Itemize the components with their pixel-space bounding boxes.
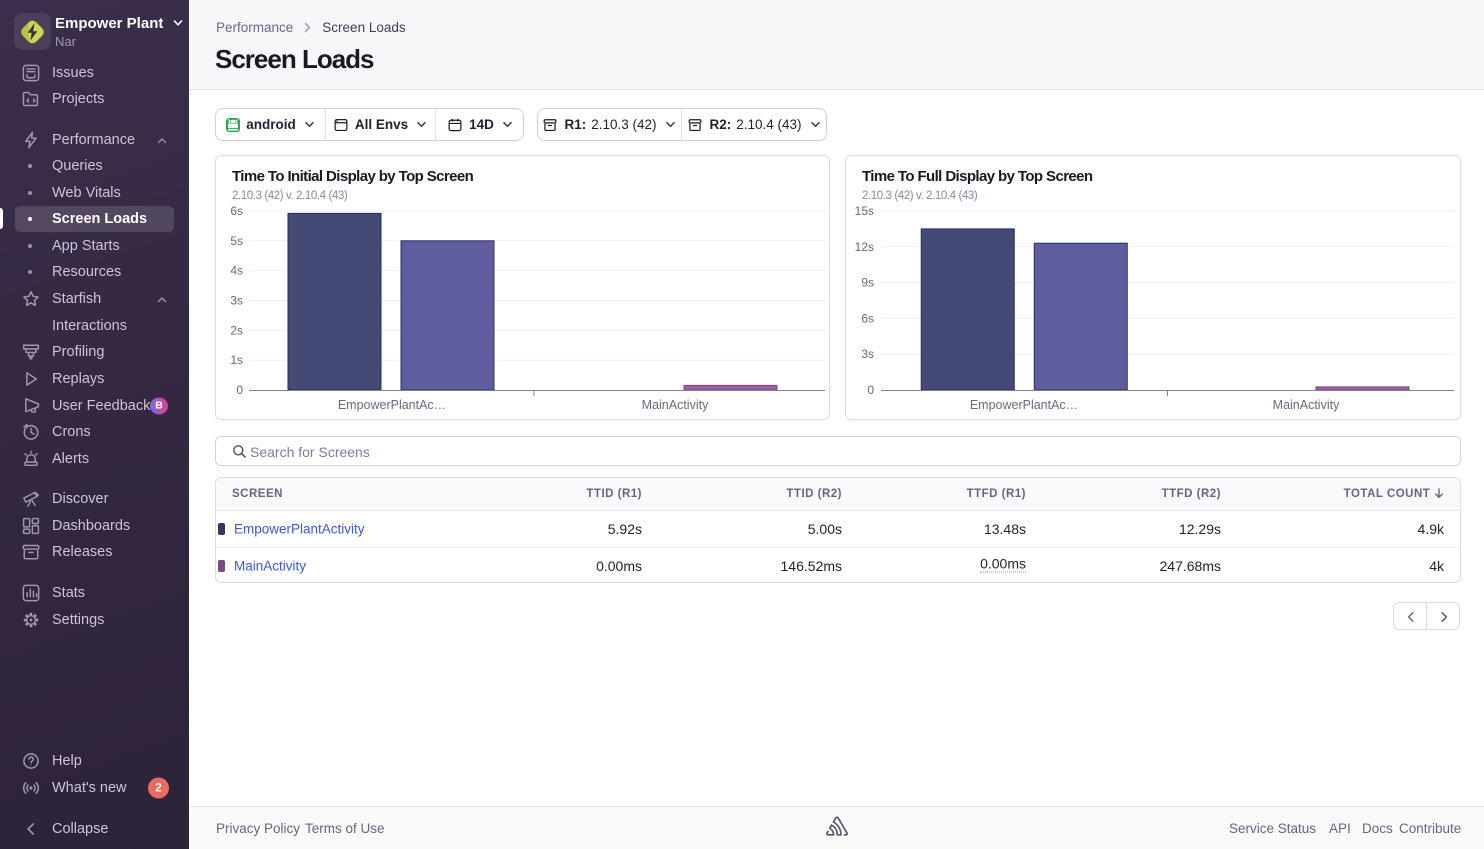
- svg-text:15s: 15s: [855, 204, 874, 218]
- svg-text:6s: 6s: [230, 204, 243, 218]
- svg-text:2s: 2s: [230, 323, 243, 337]
- svg-text:12s: 12s: [855, 240, 874, 254]
- svg-text:MainActivity: MainActivity: [1273, 398, 1340, 412]
- svg-text:3s: 3s: [230, 294, 243, 308]
- svg-text:EmpowerPlantAc…: EmpowerPlantAc…: [338, 398, 446, 412]
- svg-text:1s: 1s: [230, 353, 243, 367]
- svg-text:5s: 5s: [230, 234, 243, 248]
- svg-text:0: 0: [867, 383, 874, 397]
- svg-text:4s: 4s: [230, 264, 243, 278]
- svg-text:EmpowerPlantAc…: EmpowerPlantAc…: [970, 398, 1078, 412]
- svg-text:6s: 6s: [861, 311, 874, 325]
- svg-text:0: 0: [236, 383, 243, 397]
- svg-text:9s: 9s: [861, 276, 874, 290]
- svg-text:MainActivity: MainActivity: [642, 398, 709, 412]
- svg-text:3s: 3s: [861, 347, 874, 361]
